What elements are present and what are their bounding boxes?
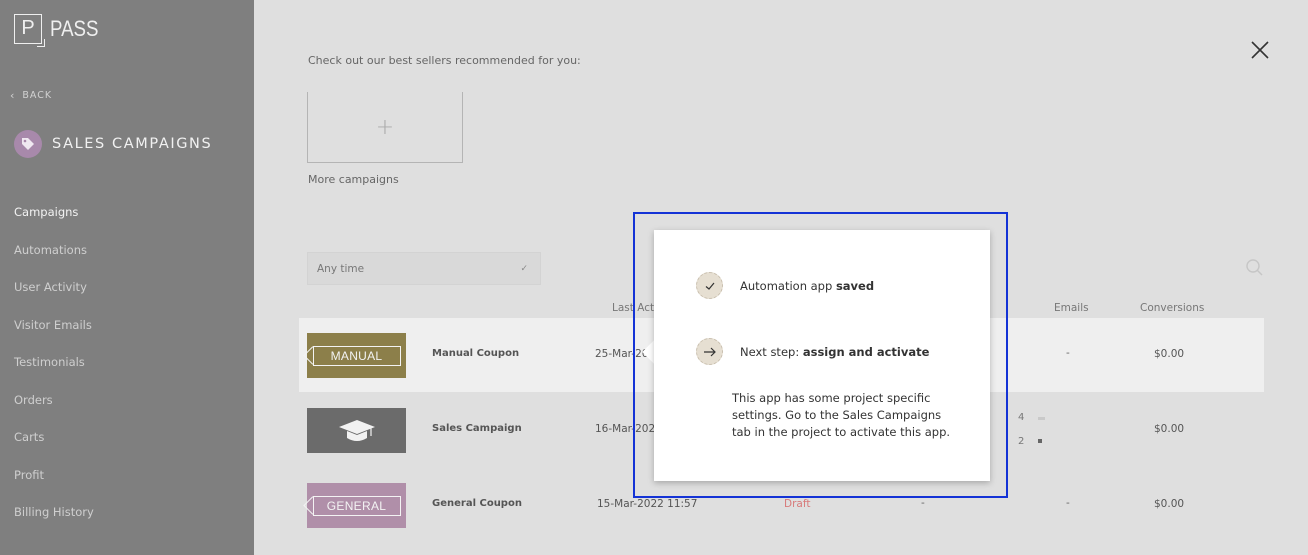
search-icon[interactable] (1245, 258, 1265, 278)
campaign-conversions: $0.00 (1154, 498, 1185, 510)
bar-marker (1038, 417, 1045, 420)
chevron-left-icon: ‹ (10, 89, 16, 102)
campaign-conversions: $0.00 (1154, 348, 1185, 360)
chevron-down-icon: ✓ (520, 264, 528, 274)
sidebar-item-profit[interactable]: Profit (14, 467, 94, 505)
campaign-name[interactable]: General Coupon (432, 498, 522, 509)
more-campaigns-link[interactable]: More campaigns (308, 173, 399, 186)
sidebar-nav: Campaigns Automations User Activity Visi… (14, 204, 94, 542)
step-next-bold: assign and activate (802, 344, 930, 359)
sidebar-item-campaigns[interactable]: Campaigns (14, 204, 94, 242)
emails-count-top: 4 (1018, 412, 1025, 423)
campaign-name[interactable]: Sales Campaign (432, 423, 522, 434)
step-saved-bold: saved (835, 278, 875, 293)
add-campaign-button[interactable]: + (307, 92, 463, 163)
filter-value: Any time (317, 263, 365, 275)
logo-text: PASS (50, 16, 99, 41)
campaign-emails: - (1066, 347, 1070, 359)
column-header-emails[interactable]: Emails (1054, 302, 1089, 314)
campaign-conversions: $0.00 (1154, 423, 1185, 435)
campaign-thumbnail: GENERAL (307, 483, 406, 528)
back-link[interactable]: ‹ BACK (10, 89, 52, 102)
brand-logo[interactable]: P PASS (14, 14, 107, 47)
emails-count-bottom: 2 (1018, 436, 1025, 447)
arrow-right-icon (696, 338, 723, 365)
time-filter-select[interactable]: Any time ✓ (307, 252, 541, 285)
logo-mark: P (14, 14, 45, 47)
bar-marker (1038, 439, 1042, 443)
sidebar-item-testimonials[interactable]: Testimonials (14, 354, 94, 392)
status-badge: Draft (784, 498, 811, 510)
sidebar-item-visitor-emails[interactable]: Visitor Emails (14, 317, 94, 355)
step-saved: Automation app saved (696, 272, 874, 299)
tag-icon (14, 130, 42, 158)
back-label: BACK (22, 90, 53, 101)
sidebar: P PASS ‹ BACK SALES CAMPAIGNS Campaigns … (0, 0, 254, 555)
campaign-date: 15-Mar-2022 11:57 (597, 498, 698, 510)
section-title: SALES CAMPAIGNS (52, 136, 213, 152)
campaign-stat: - (921, 497, 925, 509)
section-header: SALES CAMPAIGNS (14, 130, 212, 158)
recommend-text: Check out our best sellers recommended f… (308, 54, 581, 67)
coupon-tag-label: MANUAL (312, 345, 401, 366)
close-icon[interactable] (1248, 38, 1272, 62)
save-confirmation-popover: Automation app saved Next step: assign a… (654, 230, 990, 481)
step-saved-prefix: Automation app (740, 278, 836, 293)
graduation-cap-icon (338, 419, 375, 441)
check-icon (696, 272, 723, 299)
sidebar-item-billing-history[interactable]: Billing History (14, 504, 94, 542)
campaign-name[interactable]: Manual Coupon (432, 348, 519, 359)
campaign-thumbnail: MANUAL (307, 333, 406, 378)
sidebar-item-orders[interactable]: Orders (14, 392, 94, 430)
sidebar-item-carts[interactable]: Carts (14, 429, 94, 467)
step-next: Next step: assign and activate (696, 338, 929, 365)
campaign-emails: - (1066, 497, 1070, 509)
step-next-prefix: Next step: (740, 344, 803, 359)
sidebar-item-automations[interactable]: Automations (14, 242, 94, 280)
step-saved-text: Automation app saved (740, 279, 874, 293)
sidebar-item-user-activity[interactable]: User Activity (14, 279, 94, 317)
popover-description: This app has some project specific setti… (732, 391, 951, 439)
column-header-conversions[interactable]: Conversions (1140, 302, 1204, 314)
coupon-tag-label: GENERAL (312, 495, 401, 516)
step-next-text: Next step: assign and activate (740, 345, 929, 359)
campaign-thumbnail (307, 408, 406, 453)
